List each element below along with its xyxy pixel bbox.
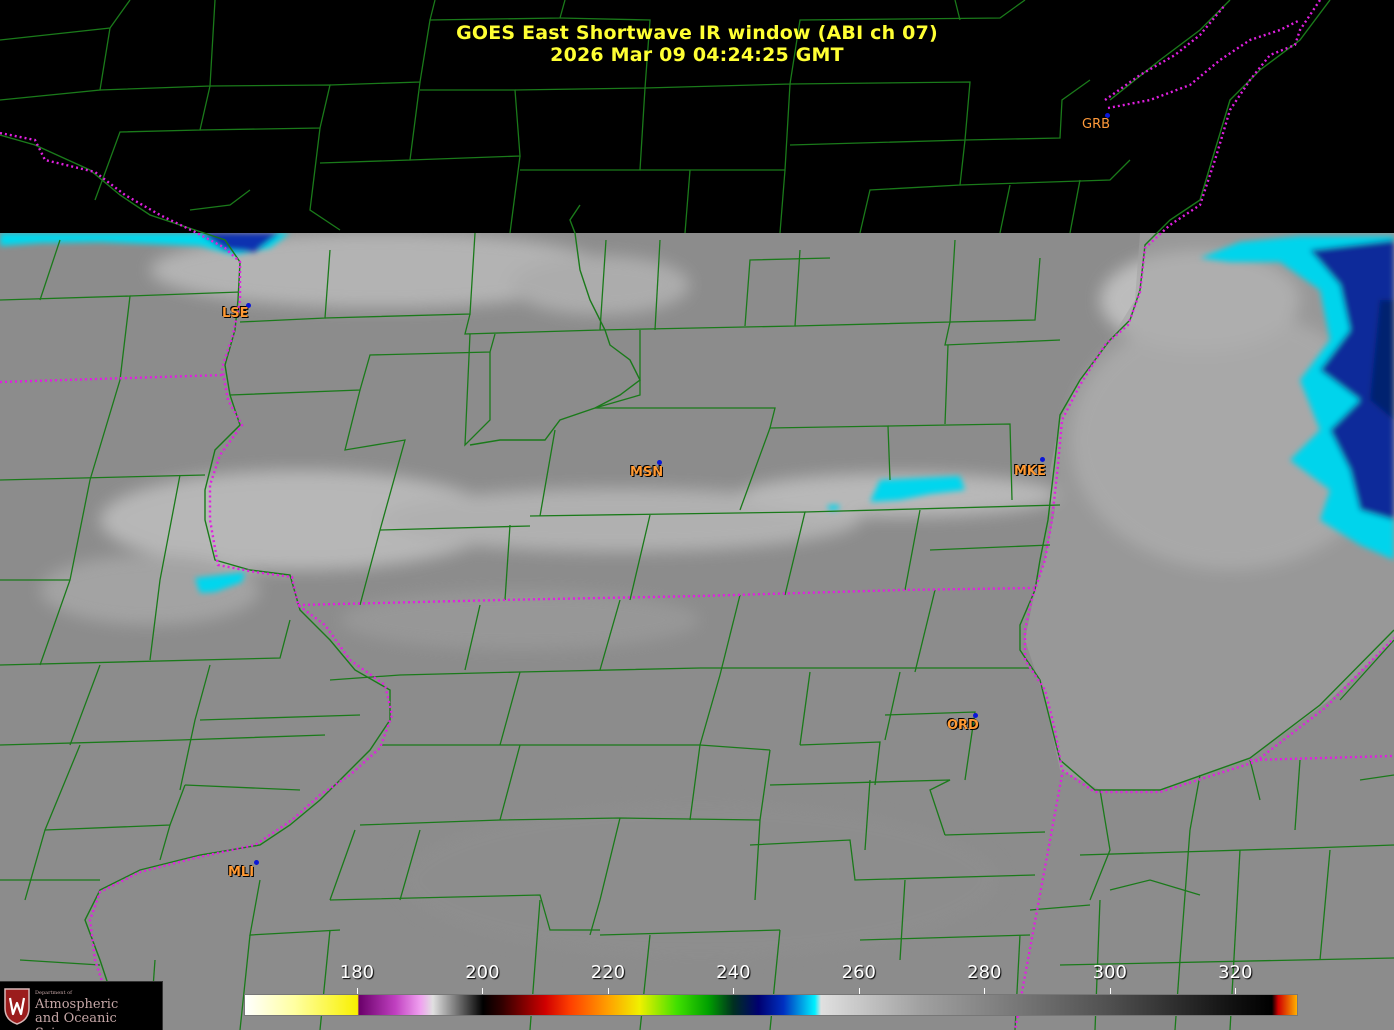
image-timestamp: 2026 Mar 09 04:24:25 GMT (550, 44, 844, 66)
colorbar-tick-label: 200 (465, 962, 500, 983)
temperature-colorbar (244, 994, 1298, 1016)
station-label-lse: LSE (222, 306, 249, 321)
station-label-ord: ORD (947, 718, 979, 733)
colorbar-tick-label: 180 (339, 962, 375, 983)
logo-line1-text: Atmospheric (35, 997, 119, 1012)
colorbar-tick-label: 260 (841, 962, 877, 983)
station-label-mli: MLI (228, 865, 255, 880)
station-dot-mke (1040, 457, 1045, 462)
colorbar-tick-label: 280 (967, 962, 1002, 983)
colorbar-tick-label: 300 (1092, 962, 1127, 983)
aos-logo: Department of Atmospheric and Oceanic Sc… (0, 981, 163, 1030)
uw-seal-icon (4, 988, 30, 1025)
image-title: GOES East Shortwave IR window (ABI ch 07… (456, 22, 938, 44)
station-dot-mli (254, 860, 259, 865)
station-label-mke: MKE (1014, 464, 1046, 479)
colorbar-tick-label: 240 (716, 962, 751, 983)
station-label-grb: GRB (1082, 117, 1111, 132)
colorbar-tick-label: 220 (590, 962, 626, 983)
logo-dept-text: Department of (35, 990, 72, 996)
station-label-msn: MSN (630, 465, 664, 480)
logo-line2-text: and Oceanic Sciences (35, 1011, 117, 1030)
satellite-map (0, 0, 1394, 1030)
colorbar-tick-label: 320 (1218, 962, 1253, 983)
satellite-image-frame: GOES East Shortwave IR window (ABI ch 07… (0, 0, 1394, 1030)
